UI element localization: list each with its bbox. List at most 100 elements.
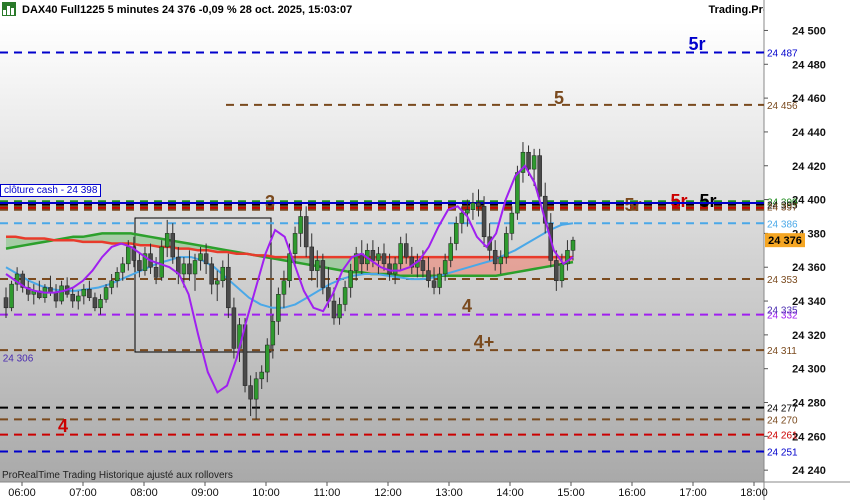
candle-body	[554, 260, 559, 281]
y-tick-label: 24 360	[792, 262, 826, 274]
candle-body	[476, 202, 481, 207]
candle-body	[253, 378, 259, 400]
candle-body	[3, 297, 9, 309]
candle-body	[198, 253, 203, 261]
candle-body	[531, 155, 537, 170]
y-tick-label: 24 420	[792, 161, 826, 173]
x-tick-label: 13:00	[435, 487, 463, 499]
candle-body	[454, 223, 459, 244]
candle-body	[214, 280, 220, 285]
candle-body	[203, 253, 209, 265]
candle-body	[81, 288, 87, 297]
x-tick-label: 11:00	[314, 487, 341, 499]
y-tick-label: 24 240	[792, 465, 826, 477]
candle-body	[126, 246, 131, 265]
x-tick-label: 08:00	[130, 487, 158, 499]
candle-body	[276, 294, 281, 322]
level-value-label: 24 311	[767, 346, 797, 357]
level-value-label: 24 353	[767, 275, 798, 286]
x-tick-label: 09:00	[191, 487, 219, 499]
candle-body	[270, 321, 276, 346]
candle-body	[559, 263, 565, 281]
candle-body	[392, 263, 398, 275]
candle-body	[504, 233, 509, 258]
level-value-label: 24 397	[767, 202, 798, 213]
plot-background	[0, 22, 764, 482]
candle-body	[481, 206, 487, 238]
candle-body	[537, 155, 542, 197]
y-tick-label: 24 320	[792, 330, 826, 342]
x-tick-label: 16:00	[618, 487, 646, 499]
candle-body	[248, 385, 253, 400]
candle-body	[231, 307, 237, 349]
candle-body	[137, 260, 142, 271]
candle-body	[526, 151, 531, 170]
candle-body	[448, 243, 453, 261]
x-tick-label: 12:00	[374, 487, 402, 499]
x-tick-label: 14:00	[496, 487, 524, 499]
candle-body	[76, 295, 81, 302]
candle-body	[431, 280, 437, 288]
candle-body	[437, 273, 442, 288]
candle-body	[92, 297, 98, 309]
candle-body	[109, 280, 114, 288]
candle-body	[309, 246, 314, 271]
candle-body	[103, 287, 109, 300]
candle-body	[442, 260, 448, 275]
candle-body	[331, 300, 337, 319]
level-mark: 5	[554, 88, 564, 108]
candle-body	[570, 239, 576, 251]
y-tick-label: 24 300	[792, 364, 826, 376]
candle-body	[370, 250, 376, 261]
candle-body	[87, 288, 92, 298]
footer-note: ProRealTime Trading Historique ajusté au…	[2, 470, 233, 481]
candle-body	[515, 172, 520, 214]
level-mark: 5r	[624, 195, 641, 215]
candle-body	[320, 260, 326, 288]
x-tick-label: 10:00	[252, 487, 280, 499]
candle-body	[98, 299, 103, 309]
level-mark: 5r	[670, 191, 687, 211]
candle-body	[420, 260, 426, 271]
level-value-label: 24 270	[767, 415, 798, 426]
candle-body	[281, 280, 287, 295]
candle-body	[459, 212, 465, 224]
level-mark: 4	[462, 296, 472, 316]
y-tick-label: 24 500	[792, 25, 826, 37]
candle-body	[187, 263, 192, 275]
candle-body	[303, 216, 309, 248]
cloture-cash-label: clôture cash - 24 398	[0, 184, 102, 197]
level-value-label: 24 251	[767, 448, 798, 459]
candle-body	[209, 263, 214, 285]
level-value-label: 24 487	[767, 48, 798, 59]
candle-body	[403, 243, 409, 258]
candle-body	[114, 272, 120, 282]
candle-body	[492, 250, 498, 265]
candle-body	[381, 253, 387, 265]
y-tick-label: 24 440	[792, 127, 826, 139]
candle-body	[153, 266, 159, 278]
level-value-label: 24 261	[767, 431, 798, 442]
level-value-label: 24 335	[767, 306, 798, 317]
level-mark: 4	[58, 416, 68, 436]
candle-body	[265, 344, 270, 373]
price-chart[interactable]: 24 50024 48024 46024 44024 42024 40024 3…	[0, 0, 850, 500]
candle-body	[170, 233, 176, 258]
level-mark: 5r	[688, 34, 705, 54]
candle-body	[470, 202, 476, 210]
x-tick-label: 18:00	[740, 487, 768, 499]
candle-body	[53, 292, 59, 302]
level-value-label: 24 306	[3, 354, 34, 365]
candle-body	[509, 212, 515, 234]
candle-body	[348, 270, 353, 288]
candle-body	[226, 266, 231, 309]
candle-body	[259, 371, 264, 380]
level-value-label: 24 456	[767, 101, 798, 112]
candle-body	[287, 253, 292, 281]
candle-body	[159, 246, 164, 278]
y-tick-label: 24 480	[792, 59, 826, 71]
x-tick-label: 17:00	[679, 487, 707, 499]
candle-body	[192, 260, 198, 275]
candle-body	[426, 270, 431, 281]
candle-body	[315, 260, 320, 271]
